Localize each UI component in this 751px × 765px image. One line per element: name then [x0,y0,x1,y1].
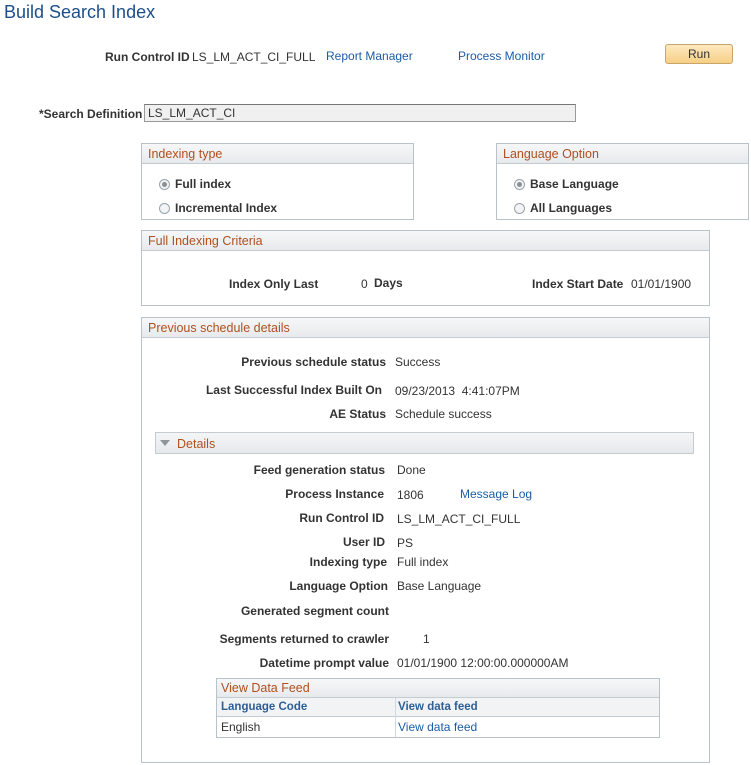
segments-returned-label: Segments returned to crawler [219,632,389,646]
search-definition-input[interactable] [144,104,576,122]
index-start-date-value: 01/01/1900 [631,277,692,291]
indexing-type-title: Indexing type [142,144,413,164]
user-id-label: User ID [342,535,385,549]
search-definition-label: *Search Definition [39,107,143,121]
collapse-triangle-icon[interactable] [160,440,170,446]
radio-full-index[interactable]: Full index [159,177,231,191]
radio-selected-icon[interactable] [159,178,170,190]
user-id-value: PS [397,536,414,550]
run-control-label: Run Control ID [105,50,190,64]
column-header-language-code[interactable]: Language Code [221,701,307,713]
grid-column-header-row: Language Code View data feed [217,698,659,717]
index-only-last-label: Index Only Last [229,277,319,291]
previous-schedule-title: Previous schedule details [142,318,709,338]
details-indexing-type-label: Indexing type [309,555,387,569]
feed-generation-status-label: Feed generation status [253,463,385,477]
datetime-prompt-label: Datetime prompt value [259,656,389,670]
indexing-type-group: Indexing type Full index Incremental Ind… [141,143,414,220]
details-language-option-label: Language Option [289,579,388,593]
days-label: Days [374,276,403,290]
radio-base-language-label: Base Language [530,177,619,191]
row-language-code: English [221,720,261,734]
report-manager-link[interactable]: Report Manager [326,49,413,63]
radio-selected-icon[interactable] [514,178,525,190]
index-start-date-label: Index Start Date [532,277,624,291]
process-monitor-link[interactable]: Process Monitor [458,49,545,63]
radio-full-index-label: Full index [175,177,232,191]
radio-all-languages[interactable]: All Languages [514,201,612,215]
details-section-header[interactable]: Details [155,432,694,454]
radio-all-languages-label: All Languages [530,201,613,215]
language-option-group: Language Option Base Language All Langua… [496,143,749,220]
details-run-control-label: Run Control ID [299,511,384,525]
column-divider [395,698,396,737]
process-instance-value: 1806 [397,488,424,502]
segments-returned-value: 1 [423,632,430,646]
index-only-last-value: 0 [361,277,368,291]
column-header-view-data-feed[interactable]: View data feed [398,701,478,713]
details-language-option-value: Base Language [397,579,482,593]
page-title: Build Search Index [4,2,156,22]
details-title: Details [177,437,216,451]
run-control-value: LS_LM_ACT_CI_FULL [192,50,316,64]
row-view-data-feed-link[interactable]: View data feed [398,720,477,734]
feed-generation-status-value: Done [397,463,426,477]
previous-schedule-status-label: Previous schedule status [241,355,386,369]
language-option-title: Language Option [497,144,748,164]
radio-base-language[interactable]: Base Language [514,177,619,191]
ae-status-value: Schedule success [395,407,492,421]
full-indexing-criteria-group: Full Indexing Criteria [141,230,710,306]
previous-schedule-status-value: Success [395,355,441,369]
full-indexing-criteria-title: Full Indexing Criteria [142,231,709,251]
ae-status-label: AE Status [329,407,386,421]
radio-unselected-icon[interactable] [159,202,170,214]
message-log-link[interactable]: Message Log [460,487,532,501]
radio-incremental-index-label: Incremental Index [175,201,278,215]
view-data-feed-title: View Data Feed [217,679,659,698]
details-run-control-value: LS_LM_ACT_CI_FULL [397,512,521,526]
details-indexing-type-value: Full index [397,555,449,569]
radio-incremental-index[interactable]: Incremental Index [159,201,277,215]
generated-segment-count-label: Generated segment count [240,604,389,618]
radio-unselected-icon[interactable] [514,202,525,214]
datetime-prompt-value: 01/01/1900 12:00:00.000000AM [397,656,569,670]
table-row: English View data feed [217,717,659,737]
run-button[interactable]: Run [665,44,733,64]
last-built-label: Last Successful Index Built On [205,383,382,397]
last-built-value: 09/23/2013 4:41:07PM [395,384,520,398]
view-data-feed-grid: View Data Feed Language Code View data f… [216,678,660,738]
process-instance-label: Process Instance [285,487,384,501]
